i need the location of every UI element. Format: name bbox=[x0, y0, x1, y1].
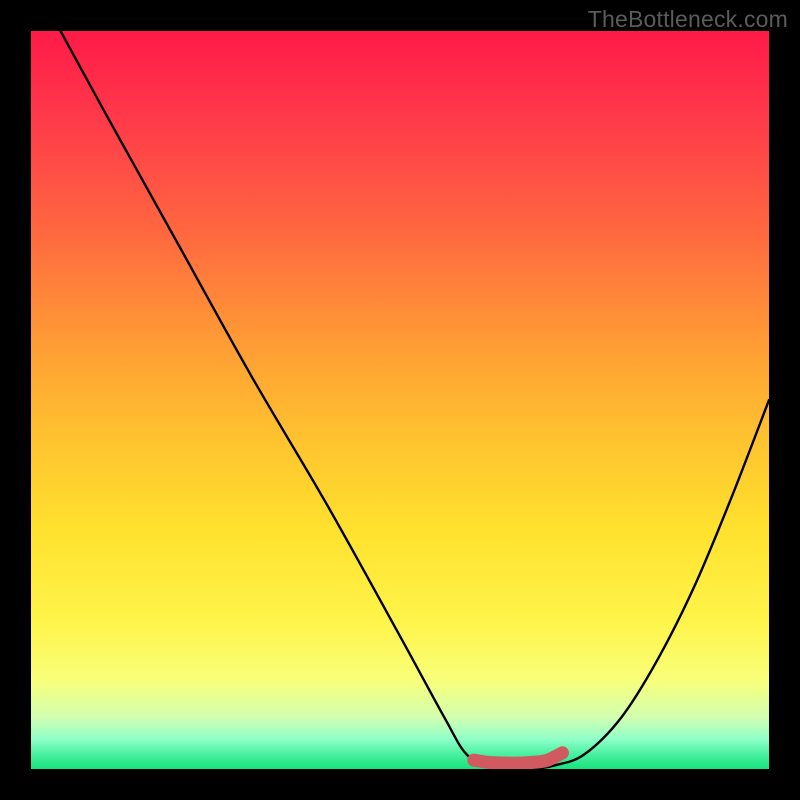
chart-svg bbox=[31, 31, 769, 769]
optimal-range-marker bbox=[474, 753, 563, 763]
chart-plot-area bbox=[31, 31, 769, 769]
watermark-text: TheBottleneck.com bbox=[588, 6, 788, 33]
chart-frame: TheBottleneck.com bbox=[0, 0, 800, 800]
bottleneck-curve bbox=[61, 31, 769, 769]
optimal-end-dot bbox=[556, 747, 568, 759]
